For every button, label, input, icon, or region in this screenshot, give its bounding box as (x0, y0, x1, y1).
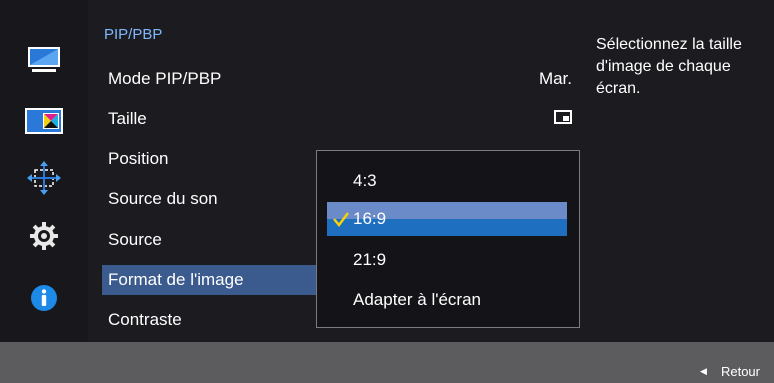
back-label: Retour (720, 364, 760, 379)
menu-item-label: Format de l'image (108, 270, 244, 289)
pip-size-small-icon (554, 109, 572, 129)
back-button[interactable]: ◀ Retour (700, 364, 760, 379)
menu-title: PIP/PBP (104, 26, 163, 43)
option-16-9[interactable]: 16:9 (327, 202, 567, 236)
icon-sidebar (0, 0, 88, 342)
option-adapter-ecran[interactable]: Adapter à l'écran (327, 283, 567, 317)
menu-item-mode-pip-pbp[interactable]: Mode PIP/PBP Mar. (88, 59, 590, 99)
menu-item-taille[interactable]: Taille (88, 99, 590, 139)
help-panel: Sélectionnez la taille d'image de chaque… (590, 0, 774, 342)
menu-item-label: Source du son (108, 189, 218, 208)
bottom-bar: ◀ Retour (0, 342, 774, 383)
image-format-popup: 4:3 16:9 21:9 Adapter à l'écran (316, 150, 580, 328)
option-label: Adapter à l'écran (353, 290, 481, 309)
help-text: Sélectionnez la taille d'image de chaque… (596, 36, 742, 97)
menu-item-value: Mar. (538, 69, 572, 88)
monitor-picture-icon[interactable] (0, 40, 88, 80)
option-label: 21:9 (353, 250, 387, 269)
menu-item-label: Contraste (108, 310, 182, 329)
option-label: 16:9 (353, 209, 387, 228)
resize-move-icon[interactable] (0, 158, 88, 198)
option-label: 4:3 (353, 171, 377, 190)
menu-item-label: Position (108, 149, 169, 168)
menu-item-label: Taille (108, 109, 147, 128)
checkmark-icon (333, 212, 349, 228)
info-icon[interactable] (0, 278, 88, 318)
settings-gear-icon[interactable] (0, 216, 88, 256)
option-4-3[interactable]: 4:3 (327, 164, 567, 198)
option-21-9[interactable]: 21:9 (327, 243, 567, 277)
menu-item-label: Source (108, 230, 162, 249)
left-triangle-icon: ◀ (700, 366, 707, 376)
menu-item-label: Mode PIP/PBP (108, 69, 222, 88)
color-icon[interactable] (0, 101, 88, 141)
